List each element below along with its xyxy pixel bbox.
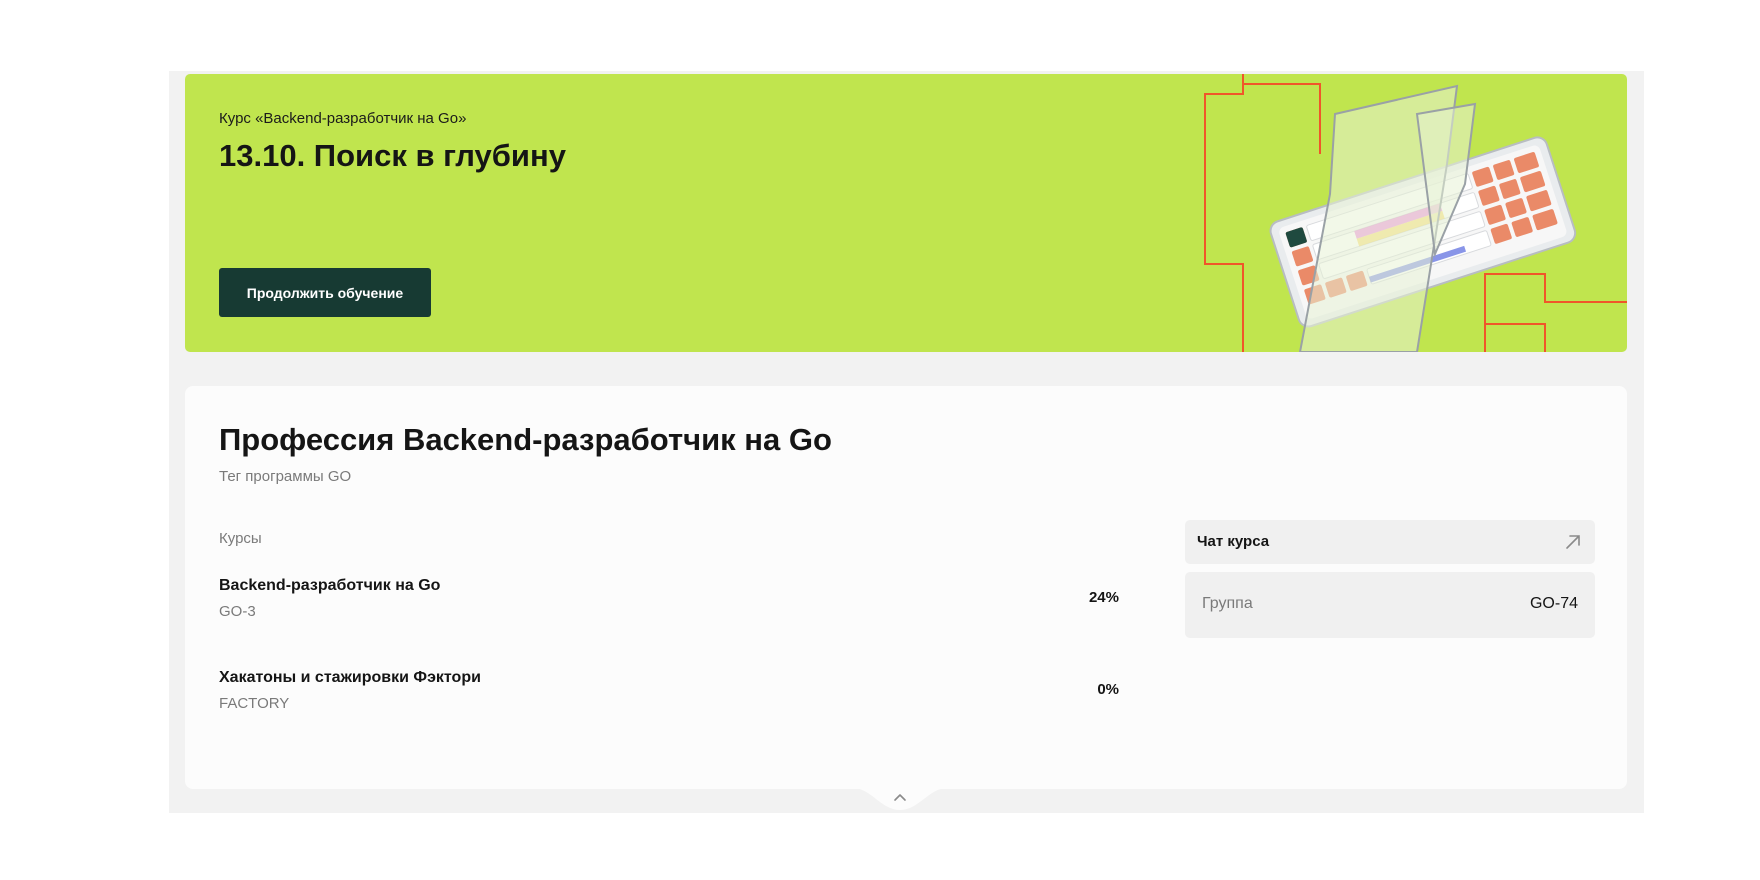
group-info: Группа GO-74 xyxy=(1185,572,1595,638)
group-label: Группа xyxy=(1202,595,1253,612)
banner-course-name: Курс «Backend-разработчик на Go» xyxy=(219,110,467,127)
course-progress: 24% xyxy=(1088,589,1119,606)
group-value: GO-74 xyxy=(1529,595,1578,612)
course-name: Backend-разработчик на Go xyxy=(219,577,441,594)
course-chat-button[interactable]: Чат курса xyxy=(1185,520,1595,564)
continue-learning-button[interactable]: Продолжить обучение xyxy=(219,268,431,317)
continue-learning-banner: Курс «Backend-разработчик на Go» 13.10. … xyxy=(185,74,1627,352)
courses-label: Курсы xyxy=(219,530,262,547)
program-card: Профессия Backend-разработчик на Go Тег … xyxy=(185,386,1627,789)
course-name: Хакатоны и стажировки Фэктори xyxy=(219,669,481,686)
banner-lesson-title: 13.10. Поиск в глубину xyxy=(219,138,566,173)
course-row-factory[interactable]: Хакатоны и стажировки Фэктори FACTORY 0% xyxy=(219,669,1119,719)
course-progress: 0% xyxy=(1097,681,1119,698)
course-row-backend[interactable]: Backend-разработчик на Go GO-3 24% xyxy=(219,577,1119,627)
keyboard-illustration xyxy=(1204,74,1627,352)
collapse-toggle[interactable] xyxy=(853,788,947,810)
program-tag: Тег программы GO xyxy=(219,468,352,485)
program-title: Профессия Backend-разработчик на Go xyxy=(219,422,832,457)
course-chat-label: Чат курса xyxy=(1197,533,1270,550)
arrow-up-right-icon xyxy=(1566,535,1580,549)
course-code: FACTORY xyxy=(219,695,290,712)
course-code: GO-3 xyxy=(219,603,256,620)
